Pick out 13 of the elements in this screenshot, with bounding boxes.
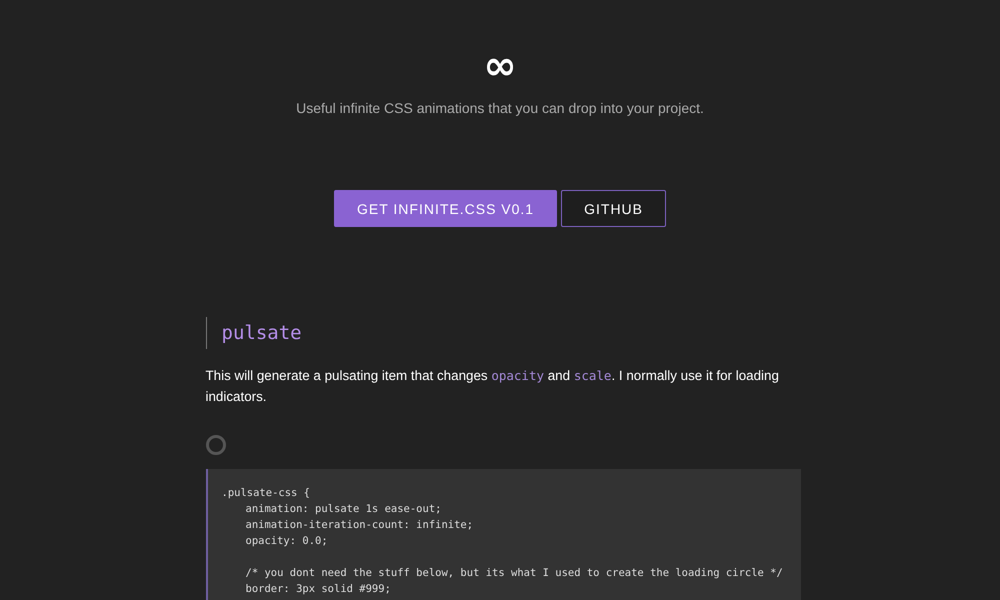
logo: ∞ bbox=[483, 44, 517, 88]
tagline: Useful infinite CSS animations that you can drop into your project. bbox=[296, 100, 704, 116]
code-line: opacity: 0.0; bbox=[244, 534, 329, 549]
link-button[interactable]: GITHUB bbox=[561, 190, 666, 227]
link-button[interactable]: GET INFINITE.CSS V0.1 bbox=[334, 190, 558, 227]
section-heading: pulsate bbox=[206, 317, 800, 349]
code-line: border: 3px solid #999; bbox=[244, 582, 392, 597]
code-line: animation: pulsate 1s ease-out; bbox=[244, 502, 442, 517]
loading-circle-icon bbox=[206, 435, 226, 455]
description: This will generate a pulsating item that changes opacity and scale. I normally use it for loading indicators. bbox=[206, 367, 780, 406]
code-line: animation-iteration-count: infinite; bbox=[244, 518, 474, 533]
code-line: /* you dont need the stuff below, but its what I used to create the loading circle */ bbox=[244, 566, 784, 581]
code-line: .pulsate-css { bbox=[222, 486, 312, 501]
